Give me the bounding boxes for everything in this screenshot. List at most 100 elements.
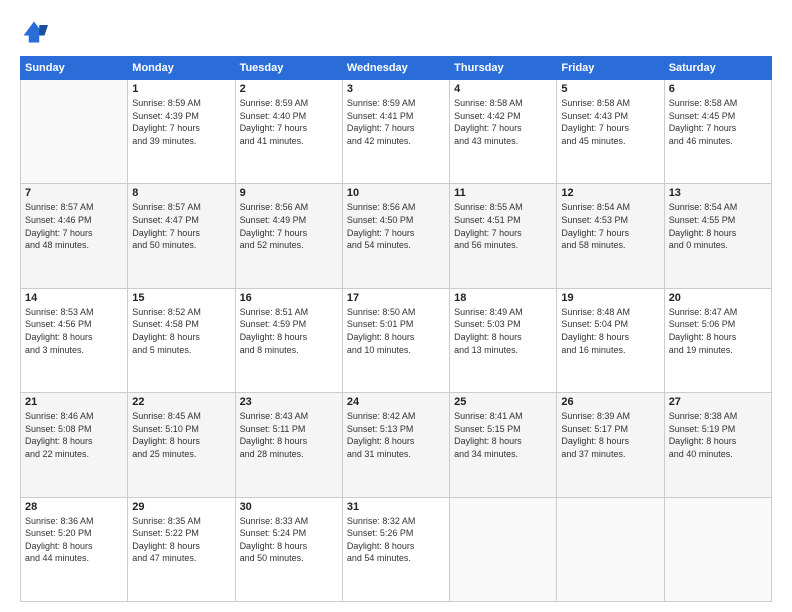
calendar-cell: 9Sunrise: 8:56 AM Sunset: 4:49 PM Daylig… — [235, 184, 342, 288]
calendar-cell: 17 Sunrise: 8:50 AM Sunset: 5:01 PM Dayli… — [342, 288, 449, 392]
day-info: Sunrise: 8:58 AM Sunset: 4:42 PM Dayligh… — [454, 97, 552, 147]
calendar-cell: 21 Sunrise: 8:46 AM Sunset: 5:08 PM Dayli… — [21, 393, 128, 497]
day-info: Sunrise: 8:53 AM Sunset: 4:56 PM Dayligh… — [25, 306, 123, 356]
day-info: Sunrise: 8:32 AM Sunset: 5:26 PM Dayligh… — [347, 515, 445, 565]
day-number: 22 — [132, 396, 230, 408]
calendar-cell: 1 Sunrise: 8:59 AM Sunset: 4:39 PM Daylig… — [128, 80, 235, 184]
day-number: 6 — [669, 83, 767, 95]
day-number: 10 — [347, 187, 445, 199]
day-number: 4 — [454, 83, 552, 95]
weekday-label: Friday — [557, 57, 664, 80]
day-info: Sunrise: 8:54 AM Sunset: 4:53 PM Dayligh… — [561, 201, 659, 251]
day-info: Sunrise: 8:43 AM Sunset: 5:11 PM Dayligh… — [240, 410, 338, 460]
calendar-cell — [557, 497, 664, 601]
day-number: 28 — [25, 501, 123, 513]
day-info: Sunrise: 8:42 AM Sunset: 5:13 PM Dayligh… — [347, 410, 445, 460]
day-info: Sunrise: 8:56 AM Sunset: 4:49 PM Dayligh… — [240, 201, 338, 251]
calendar-cell: 18 Sunrise: 8:49 AM Sunset: 5:03 PM Dayli… — [450, 288, 557, 392]
day-info: Sunrise: 8:59 AM Sunset: 4:40 PM Dayligh… — [240, 97, 338, 147]
weekday-label: Sunday — [21, 57, 128, 80]
calendar-cell: 14 Sunrise: 8:53 AM Sunset: 4:56 PM Dayli… — [21, 288, 128, 392]
calendar-cell: 4 Sunrise: 8:58 AM Sunset: 4:42 PM Daylig… — [450, 80, 557, 184]
day-info: Sunrise: 8:52 AM Sunset: 4:58 PM Dayligh… — [132, 306, 230, 356]
day-number: 14 — [25, 292, 123, 304]
weekday-label: Thursday — [450, 57, 557, 80]
day-number: 12 — [561, 187, 659, 199]
calendar-cell: 31 Sunrise: 8:32 AM Sunset: 5:26 PM Dayli… — [342, 497, 449, 601]
day-info: Sunrise: 8:54 AM Sunset: 4:55 PM Dayligh… — [669, 201, 767, 251]
calendar-cell: 8 Sunrise: 8:57 AM Sunset: 4:47 PM Daylig… — [128, 184, 235, 288]
day-info: Sunrise: 8:58 AM Sunset: 4:43 PM Dayligh… — [561, 97, 659, 147]
day-number: 3 — [347, 83, 445, 95]
calendar-cell: 3 Sunrise: 8:59 AM Sunset: 4:41 PM Daylig… — [342, 80, 449, 184]
day-info: Sunrise: 8:48 AM Sunset: 5:04 PM Dayligh… — [561, 306, 659, 356]
calendar-cell: 7 Sunrise: 8:57 AM Sunset: 4:46 PM Daylig… — [21, 184, 128, 288]
day-info: Sunrise: 8:33 AM Sunset: 5:24 PM Dayligh… — [240, 515, 338, 565]
day-number: 17 — [347, 292, 445, 304]
weekday-label: Saturday — [664, 57, 771, 80]
day-info: Sunrise: 8:49 AM Sunset: 5:03 PM Dayligh… — [454, 306, 552, 356]
calendar-cell: 27 Sunrise: 8:38 AM Sunset: 5:19 PM Dayli… — [664, 393, 771, 497]
calendar-cell: 20 Sunrise: 8:47 AM Sunset: 5:06 PM Dayli… — [664, 288, 771, 392]
day-info: Sunrise: 8:57 AM Sunset: 4:46 PM Dayligh… — [25, 201, 123, 251]
day-info: Sunrise: 8:59 AM Sunset: 4:41 PM Dayligh… — [347, 97, 445, 147]
day-number: 18 — [454, 292, 552, 304]
calendar-week-row: 21 Sunrise: 8:46 AM Sunset: 5:08 PM Dayli… — [21, 393, 772, 497]
day-number: 20 — [669, 292, 767, 304]
day-number: 13 — [669, 187, 767, 199]
day-number: 23 — [240, 396, 338, 408]
day-info: Sunrise: 8:57 AM Sunset: 4:47 PM Dayligh… — [132, 201, 230, 251]
calendar-table: SundayMondayTuesdayWednesdayThursdayFrid… — [20, 56, 772, 602]
calendar-cell: 25Sunrise: 8:41 AM Sunset: 5:15 PM Dayli… — [450, 393, 557, 497]
day-info: Sunrise: 8:45 AM Sunset: 5:10 PM Dayligh… — [132, 410, 230, 460]
day-number: 24 — [347, 396, 445, 408]
day-number: 31 — [347, 501, 445, 513]
calendar-cell: 26 Sunrise: 8:39 AM Sunset: 5:17 PM Dayli… — [557, 393, 664, 497]
day-number: 26 — [561, 396, 659, 408]
day-info: Sunrise: 8:46 AM Sunset: 5:08 PM Dayligh… — [25, 410, 123, 460]
calendar-cell: 5 Sunrise: 8:58 AM Sunset: 4:43 PM Daylig… — [557, 80, 664, 184]
calendar-cell: 12 Sunrise: 8:54 AM Sunset: 4:53 PM Dayli… — [557, 184, 664, 288]
day-info: Sunrise: 8:38 AM Sunset: 5:19 PM Dayligh… — [669, 410, 767, 460]
calendar-week-row: 28 Sunrise: 8:36 AM Sunset: 5:20 PM Dayli… — [21, 497, 772, 601]
calendar-cell — [21, 80, 128, 184]
day-info: Sunrise: 8:47 AM Sunset: 5:06 PM Dayligh… — [669, 306, 767, 356]
calendar-body: 1 Sunrise: 8:59 AM Sunset: 4:39 PM Daylig… — [21, 80, 772, 602]
header — [20, 18, 772, 46]
day-number: 8 — [132, 187, 230, 199]
day-info: Sunrise: 8:55 AM Sunset: 4:51 PM Dayligh… — [454, 201, 552, 251]
day-number: 29 — [132, 501, 230, 513]
calendar-cell: 2Sunrise: 8:59 AM Sunset: 4:40 PM Daylig… — [235, 80, 342, 184]
day-number: 27 — [669, 396, 767, 408]
logo-icon — [20, 18, 48, 46]
calendar-cell: 11 Sunrise: 8:55 AM Sunset: 4:51 PM Dayli… — [450, 184, 557, 288]
calendar-week-row: 7 Sunrise: 8:57 AM Sunset: 4:46 PM Daylig… — [21, 184, 772, 288]
day-info: Sunrise: 8:56 AM Sunset: 4:50 PM Dayligh… — [347, 201, 445, 251]
day-info: Sunrise: 8:36 AM Sunset: 5:20 PM Dayligh… — [25, 515, 123, 565]
day-number: 5 — [561, 83, 659, 95]
calendar-cell: 30 Sunrise: 8:33 AM Sunset: 5:24 PM Dayli… — [235, 497, 342, 601]
day-number: 21 — [25, 396, 123, 408]
calendar-week-row: 14 Sunrise: 8:53 AM Sunset: 4:56 PM Dayli… — [21, 288, 772, 392]
day-info: Sunrise: 8:50 AM Sunset: 5:01 PM Dayligh… — [347, 306, 445, 356]
day-info: Sunrise: 8:58 AM Sunset: 4:45 PM Dayligh… — [669, 97, 767, 147]
weekday-label: Monday — [128, 57, 235, 80]
day-number: 30 — [240, 501, 338, 513]
calendar-cell: 10 Sunrise: 8:56 AM Sunset: 4:50 PM Dayli… — [342, 184, 449, 288]
day-info: Sunrise: 8:35 AM Sunset: 5:22 PM Dayligh… — [132, 515, 230, 565]
calendar-week-row: 1 Sunrise: 8:59 AM Sunset: 4:39 PM Daylig… — [21, 80, 772, 184]
day-number: 1 — [132, 83, 230, 95]
day-info: Sunrise: 8:41 AM Sunset: 5:15 PM Dayligh… — [454, 410, 552, 460]
calendar-cell: 29 Sunrise: 8:35 AM Sunset: 5:22 PM Dayli… — [128, 497, 235, 601]
day-info: Sunrise: 8:59 AM Sunset: 4:39 PM Dayligh… — [132, 97, 230, 147]
day-info: Sunrise: 8:39 AM Sunset: 5:17 PM Dayligh… — [561, 410, 659, 460]
weekday-header: SundayMondayTuesdayWednesdayThursdayFrid… — [21, 57, 772, 80]
calendar-cell: 16Sunrise: 8:51 AM Sunset: 4:59 PM Dayli… — [235, 288, 342, 392]
day-number: 19 — [561, 292, 659, 304]
logo — [20, 18, 52, 46]
day-number: 7 — [25, 187, 123, 199]
calendar-cell: 28 Sunrise: 8:36 AM Sunset: 5:20 PM Dayli… — [21, 497, 128, 601]
day-number: 11 — [454, 187, 552, 199]
weekday-label: Tuesday — [235, 57, 342, 80]
calendar-cell: 23 Sunrise: 8:43 AM Sunset: 5:11 PM Dayli… — [235, 393, 342, 497]
